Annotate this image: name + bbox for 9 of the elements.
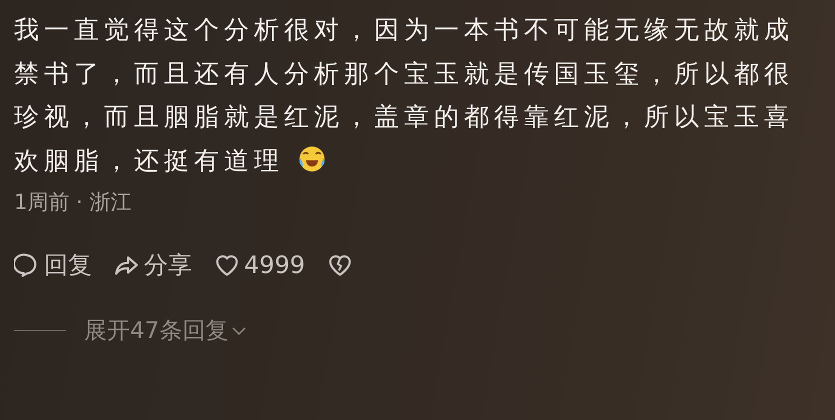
like-button[interactable]: 4999 [214, 251, 306, 279]
heart-icon [214, 252, 240, 278]
reply-button[interactable]: 回复 [14, 249, 92, 281]
comment-meta: 1周前 · 浙江 [14, 189, 132, 216]
share-button[interactable]: 分享 [114, 249, 192, 281]
dislike-button[interactable] [327, 252, 354, 278]
comment-text: 我一直觉得这个分析很对，因为一本书不可能无缘无故就成禁书了，而且还有人分析那个宝玉就是传国玉玺，所以都很珍视，而且胭脂就是红泥，盖章的都得靠红泥，所以宝玉喜欢胭脂，还挺有道理 [14, 14, 795, 176]
expand-replies-button[interactable]: 展开47条回复 [84, 315, 248, 346]
broken-heart-icon [327, 252, 354, 278]
